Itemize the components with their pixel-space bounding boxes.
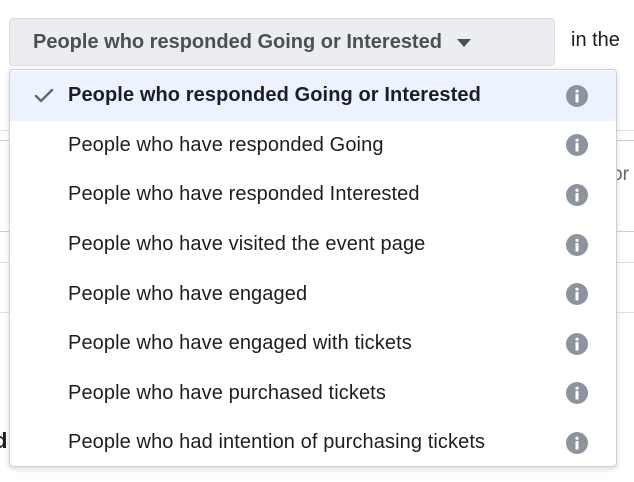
audience-dropdown-menu: People who responded Going or Interested…	[9, 69, 617, 467]
menu-item-label: People who have responded Interested	[68, 183, 420, 206]
info-icon[interactable]	[566, 431, 588, 454]
info-icon[interactable]	[566, 233, 588, 256]
menu-item-going-or-interested[interactable]: People who responded Going or Interested	[10, 71, 616, 121]
menu-item-label: People who have purchased tickets	[68, 381, 386, 404]
menu-item-label: People who had intention of purchasing t…	[68, 431, 486, 454]
checkmark-icon	[34, 88, 54, 102]
dropdown-selected-label: People who responded Going or Interested	[33, 30, 442, 53]
info-icon[interactable]	[566, 332, 588, 355]
menu-item-label: People who have engaged	[68, 282, 308, 305]
menu-item-purchased-tickets[interactable]: People who have purchased tickets	[10, 369, 616, 419]
menu-item-label: People who responded Going or Interested	[68, 84, 481, 107]
menu-item-going[interactable]: People who have responded Going	[10, 121, 616, 171]
info-icon[interactable]	[566, 134, 588, 157]
menu-item-visited-event-page[interactable]: People who have visited the event page	[10, 220, 616, 270]
menu-item-engaged[interactable]: People who have engaged	[10, 269, 616, 319]
menu-item-label: People who have visited the event page	[68, 233, 426, 256]
info-icon[interactable]	[566, 84, 588, 107]
menu-item-label: People who have responded Going	[68, 133, 384, 156]
background-partial-glyph: d	[0, 428, 8, 453]
menu-item-interested[interactable]: People who have responded Interested	[10, 170, 616, 220]
caret-down-icon	[456, 39, 471, 47]
info-icon[interactable]	[566, 283, 588, 306]
menu-item-engaged-with-tickets[interactable]: People who have engaged with tickets	[10, 319, 616, 369]
menu-item-label: People who have engaged with tickets	[68, 332, 412, 355]
trailing-text: in the	[571, 29, 620, 51]
audience-dropdown-button[interactable]: People who responded Going or Interested	[9, 18, 555, 66]
info-icon[interactable]	[566, 382, 588, 405]
info-icon[interactable]	[566, 183, 588, 206]
menu-item-intention-purchasing[interactable]: People who had intention of purchasing t…	[10, 418, 616, 468]
